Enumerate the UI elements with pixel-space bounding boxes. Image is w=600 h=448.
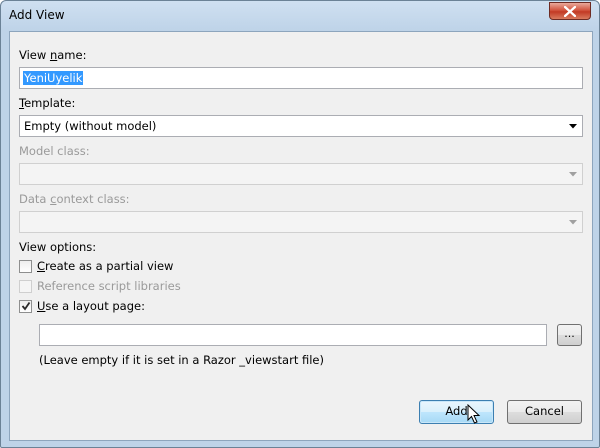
- layout-page-label[interactable]: Use a layout page:: [37, 299, 145, 313]
- chevron-down-icon: [569, 220, 577, 225]
- chevron-down-icon: [569, 172, 577, 177]
- dialog-body: View name: YeniUyelik Template: Empty (w…: [9, 31, 593, 441]
- view-name-input[interactable]: YeniUyelik: [19, 67, 583, 89]
- add-button[interactable]: Add: [419, 400, 494, 424]
- close-icon: [564, 6, 576, 17]
- script-libraries-label: Reference script libraries: [37, 279, 181, 293]
- close-button[interactable]: [549, 2, 591, 20]
- data-context-select: [19, 211, 583, 233]
- layout-page-checkbox[interactable]: [19, 300, 32, 313]
- model-class-label: Model class:: [19, 144, 90, 158]
- checkmark-icon: [21, 301, 31, 311]
- window-title: Add View: [9, 8, 65, 22]
- title-bar: Add View: [1, 1, 599, 31]
- add-view-dialog: Add View View name: YeniUyelik Template:…: [0, 0, 600, 448]
- cancel-button[interactable]: Cancel: [507, 400, 582, 424]
- script-libraries-checkbox: [19, 280, 32, 293]
- chevron-down-icon: [569, 124, 577, 129]
- layout-hint: (Leave empty if it is set in a Razor _vi…: [39, 353, 324, 367]
- layout-page-input[interactable]: [39, 324, 547, 346]
- view-options-label: View options:: [19, 240, 97, 254]
- view-name-value: YeniUyelik: [23, 71, 84, 85]
- template-label: Template:: [19, 96, 76, 110]
- data-context-label: Data context class:: [19, 192, 130, 206]
- view-name-label: View name:: [19, 48, 87, 62]
- mouse-pointer-icon: [467, 404, 481, 424]
- template-value: Empty (without model): [24, 119, 157, 133]
- model-class-select: [19, 163, 583, 185]
- partial-view-checkbox[interactable]: [19, 260, 32, 273]
- browse-button[interactable]: ...: [557, 324, 582, 346]
- template-select[interactable]: Empty (without model): [19, 115, 583, 137]
- partial-view-label[interactable]: Create as a partial view: [37, 259, 173, 273]
